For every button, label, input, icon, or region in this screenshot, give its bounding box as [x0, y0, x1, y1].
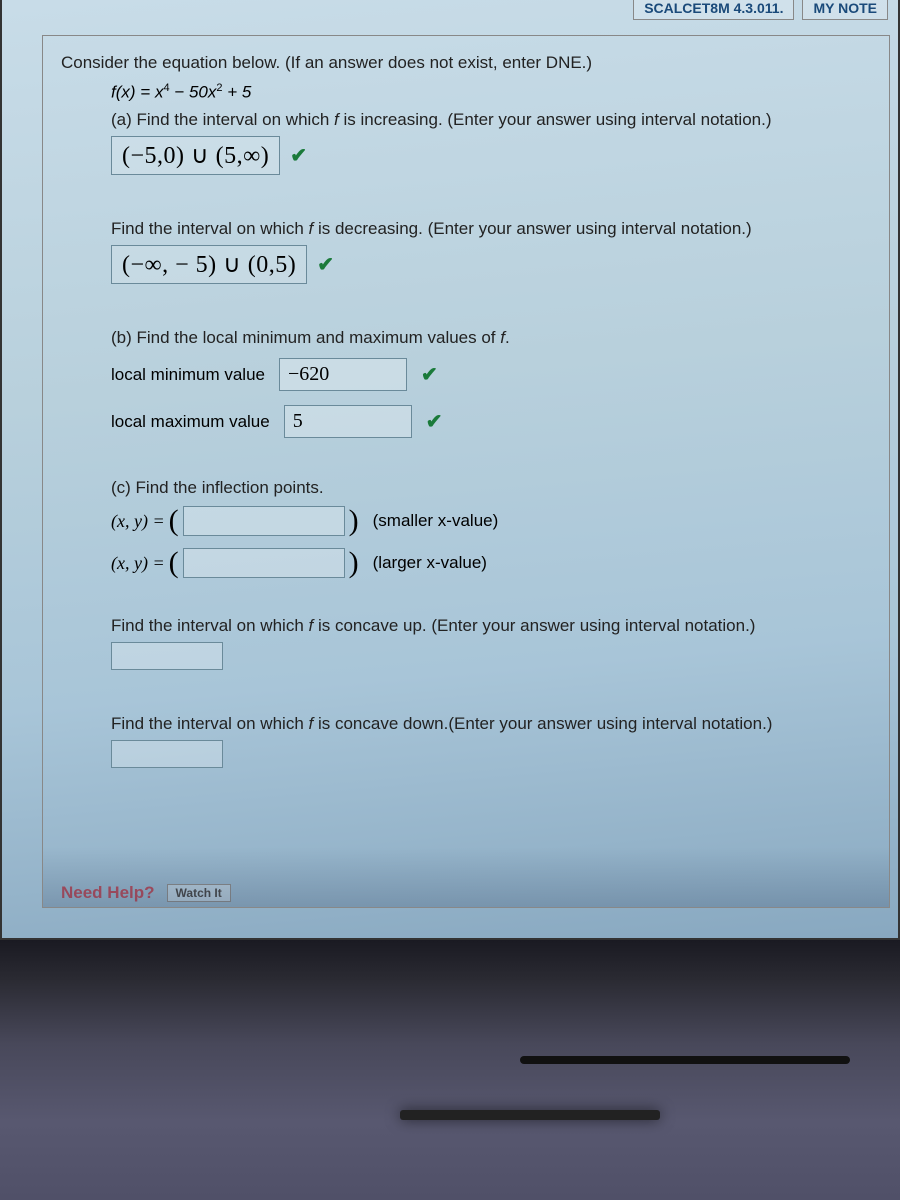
screen-area: SCALCET8M 4.3.011. MY NOTE Consider the … [0, 0, 900, 940]
local-max-row: local maximum value 5 ✔ [111, 405, 871, 438]
decreasing-answer-row: (−∞, − 5) ∪ (0,5) ✔ [111, 245, 871, 284]
concave-up-prompt: Find the interval on which f is concave … [111, 616, 871, 636]
pen-shadow [520, 1056, 850, 1064]
concave-up-answer-row [111, 642, 871, 670]
xy-label: (x, y) = [111, 511, 165, 532]
decreasing-answer-box[interactable]: (−∞, − 5) ∪ (0,5) [111, 245, 307, 284]
xy-label: (x, y) = [111, 553, 165, 574]
inflection-row-smaller: (x, y) = ( ) (smaller x-value) [111, 506, 871, 536]
open-paren-icon: ( [169, 548, 179, 578]
close-paren-icon: ) [349, 548, 359, 578]
check-icon: ✔ [317, 252, 334, 277]
local-max-label: local maximum value [111, 412, 270, 432]
local-min-input[interactable]: −620 [279, 358, 407, 391]
question-container: Consider the equation below. (If an answ… [42, 35, 890, 908]
concave-down-input[interactable] [111, 740, 223, 768]
smaller-x-hint: (smaller x-value) [373, 511, 499, 531]
increasing-answer-row: (−5,0) ∪ (5,∞) ✔ [111, 136, 871, 175]
local-min-label: local minimum value [111, 365, 265, 385]
my-notes-box[interactable]: MY NOTE [802, 0, 888, 20]
close-paren-icon: ) [349, 506, 359, 536]
inflection-larger-input[interactable] [183, 548, 345, 578]
part-a-decreasing-prompt: Find the interval on which f is decreasi… [111, 219, 871, 239]
concave-down-answer-row [111, 740, 871, 768]
inflection-row-larger: (x, y) = ( ) (larger x-value) [111, 548, 871, 578]
concave-up-input[interactable] [111, 642, 223, 670]
part-a-increasing-prompt: (a) Find the interval on which f is incr… [111, 110, 871, 130]
keyboard-edge [400, 1110, 660, 1120]
larger-x-hint: (larger x-value) [373, 553, 487, 573]
function-equation: f(x) = x4 − 50x2 + 5 [111, 82, 871, 103]
need-help-row: Need Help? Watch It [61, 883, 231, 903]
local-max-input[interactable]: 5 [284, 405, 412, 438]
top-header-fragments: SCALCET8M 4.3.011. MY NOTE [182, 0, 888, 20]
inflection-smaller-input[interactable] [183, 506, 345, 536]
check-icon: ✔ [421, 362, 438, 387]
part-c-prompt: (c) Find the inflection points. [111, 478, 871, 498]
question-intro: Consider the equation below. (If an answ… [61, 50, 871, 76]
assignment-ref-box: SCALCET8M 4.3.011. [633, 0, 794, 20]
check-icon: ✔ [426, 409, 443, 434]
local-min-row: local minimum value −620 ✔ [111, 358, 871, 391]
need-help-label: Need Help? [61, 883, 155, 903]
desk-surface [0, 940, 900, 1200]
increasing-answer-box[interactable]: (−5,0) ∪ (5,∞) [111, 136, 280, 175]
part-b-prompt: (b) Find the local minimum and maximum v… [111, 328, 871, 348]
check-icon: ✔ [290, 143, 307, 168]
watch-it-button[interactable]: Watch It [167, 884, 231, 902]
open-paren-icon: ( [169, 506, 179, 536]
concave-down-prompt: Find the interval on which f is concave … [111, 714, 871, 734]
